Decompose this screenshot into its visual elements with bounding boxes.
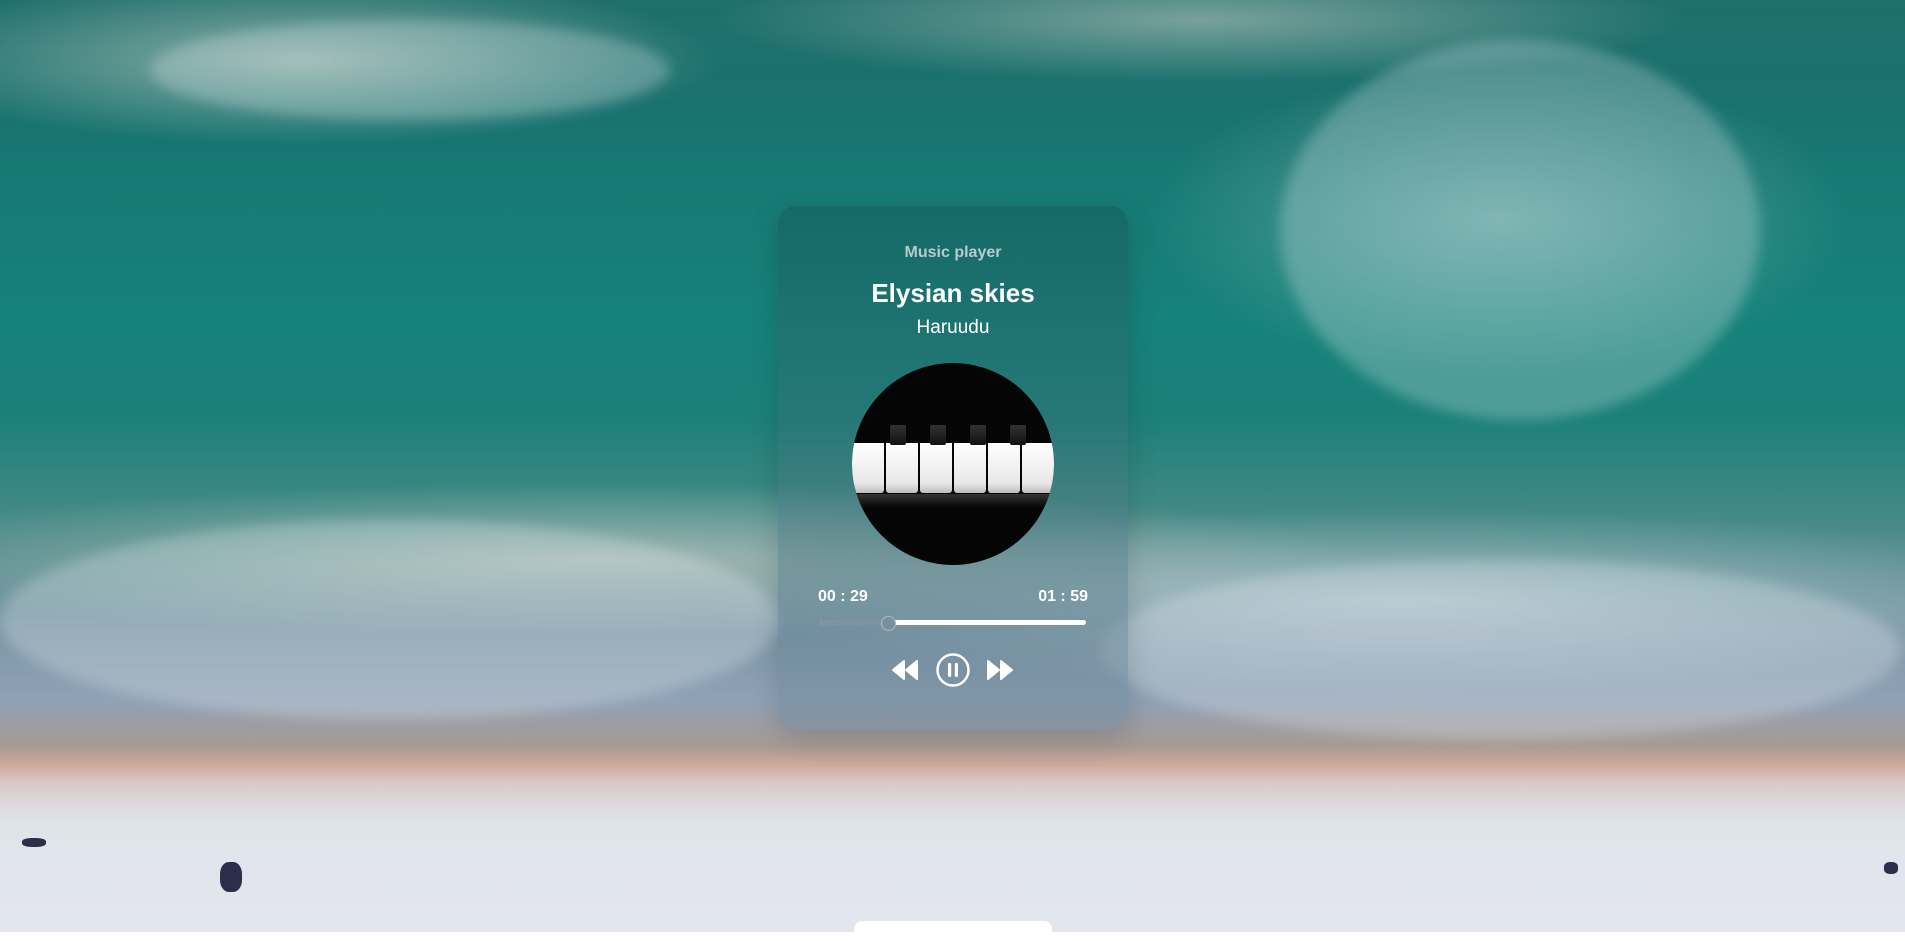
- playback-controls: [778, 652, 1128, 688]
- music-player-card: Music player Elysian skies Haruudu 00 : …: [778, 206, 1128, 730]
- song-title: Elysian skies: [871, 278, 1035, 308]
- app-title: Music player: [904, 244, 1002, 261]
- current-time: 00 : 29: [818, 588, 868, 605]
- rewind-button[interactable]: [891, 659, 919, 686]
- progress-fill: [820, 620, 887, 625]
- progress-thumb[interactable]: [880, 616, 896, 631]
- progress-bar[interactable]: [820, 616, 1086, 631]
- pause-icon: [936, 653, 970, 687]
- fast-forward-icon: [987, 660, 1013, 680]
- artist-name: Haruudu: [916, 317, 990, 338]
- album-cover: [852, 363, 1054, 565]
- total-time: 01 : 59: [1038, 588, 1088, 605]
- fast-forward-button[interactable]: [986, 659, 1014, 686]
- pause-button[interactable]: [935, 652, 971, 693]
- bottom-panel-handle[interactable]: [854, 921, 1052, 941]
- rewind-icon: [892, 660, 918, 680]
